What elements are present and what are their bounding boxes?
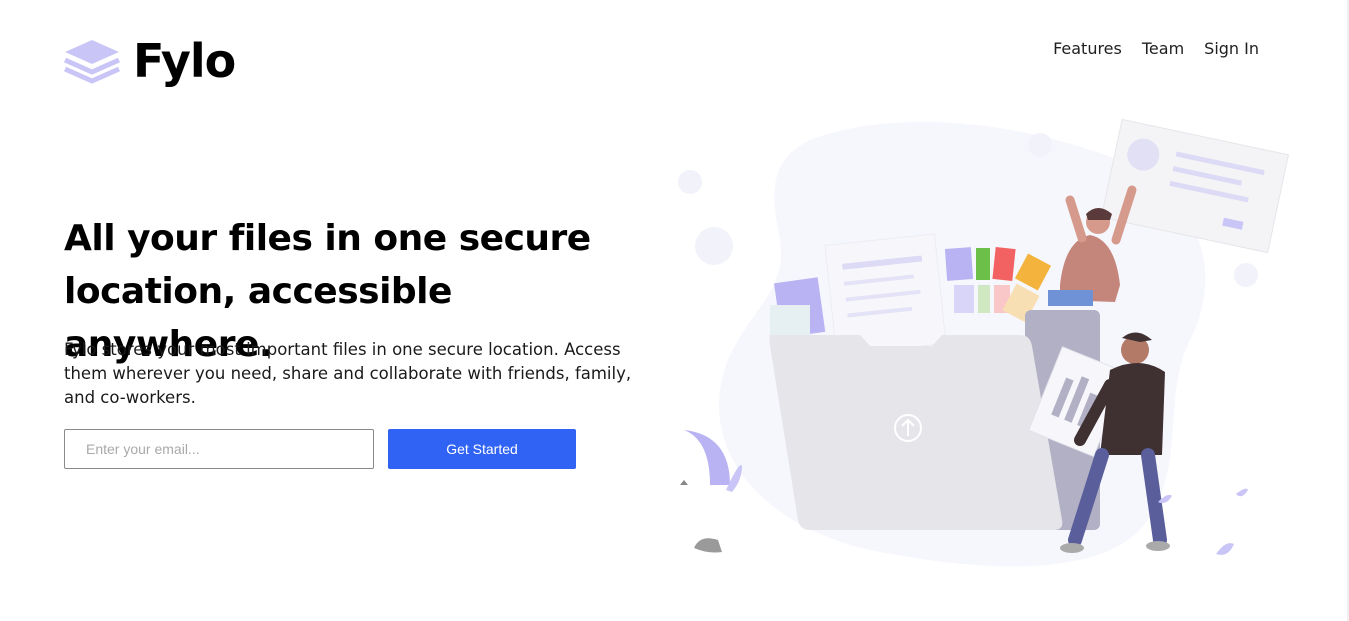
brand-name: Fylo — [133, 34, 236, 88]
signup-form: Get Started — [64, 429, 576, 469]
hero-title-line-1: All your files in one secure — [64, 218, 591, 259]
nav-link-team[interactable]: Team — [1142, 38, 1184, 60]
email-input[interactable] — [64, 429, 374, 469]
get-started-button[interactable]: Get Started — [388, 429, 576, 469]
landing-page: Fylo Features Team Sign In All your file… — [0, 0, 1349, 621]
layers-stack-icon — [63, 40, 121, 84]
hero-description: Fylo stores your most important files in… — [64, 340, 632, 407]
brand-logo[interactable]: Fylo — [63, 34, 236, 88]
main-nav: Features Team Sign In — [1053, 38, 1259, 60]
file-sharing-illustration — [678, 118, 1290, 567]
nav-link-features[interactable]: Features — [1053, 38, 1122, 60]
nav-link-sign-in[interactable]: Sign In — [1204, 38, 1259, 60]
